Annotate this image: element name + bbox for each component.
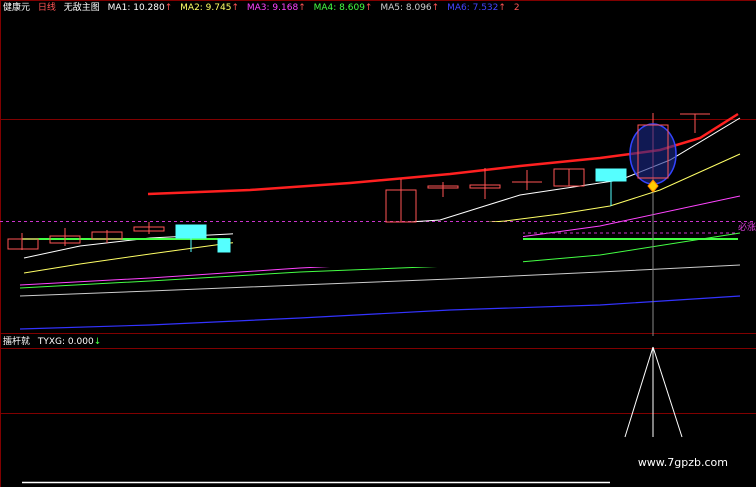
ma6-arrow: ↑ [498, 3, 506, 13]
signal-ellipse [629, 123, 677, 185]
ma3-label: MA3: 9.168 [246, 3, 299, 13]
end-marker: 2 [513, 3, 520, 13]
watermark: www.7gpzb.com [637, 456, 728, 469]
sub-value-label: TYXG: 0.000 [37, 337, 94, 347]
ma3-value: MA3: 9.168↑ [247, 3, 306, 13]
sub-indicator-name[interactable]: 擂杆就 [3, 337, 30, 347]
ma6-label: MA6: 7.532 [447, 3, 499, 13]
sub-signal [624, 346, 683, 438]
chart-canvas[interactable] [0, 0, 756, 487]
formula-name[interactable]: 无敌主图 [64, 3, 100, 13]
data-gap [233, 222, 523, 267]
ma5-line [19, 264, 741, 297]
sub-value-arrow: ↓ [93, 337, 102, 347]
ma3-arrow: ↑ [298, 3, 306, 13]
ma1-value: MA1: 10.280↑ [108, 3, 173, 13]
ma2-value: MA2: 9.745↑ [180, 3, 239, 13]
ma6-value: MA6: 7.532↑ [447, 3, 506, 13]
period-label[interactable]: 日线 [38, 3, 56, 13]
ma2-arrow: ↑ [231, 3, 239, 13]
ma1-label: MA1: 10.280 [107, 3, 165, 13]
ma5-label: MA5: 8.096 [380, 3, 432, 13]
header-bar: 健康元 日线 无敌主图 MA1: 10.280↑ MA2: 9.745↑ MA3… [3, 2, 525, 14]
ma6-line [19, 295, 741, 330]
stock-name[interactable]: 健康元 [3, 3, 30, 13]
ma4-value: MA4: 8.609↑ [314, 3, 373, 13]
ma4-label: MA4: 8.609 [313, 3, 365, 13]
ma5-value: MA5: 8.096↑ [380, 3, 439, 13]
side-label: 必涨 [737, 223, 756, 233]
sub-indicator-value: TYXG: 0.000↓ [38, 337, 101, 347]
sub-header: 擂杆就 TYXG: 0.000↓ [3, 336, 106, 348]
ma2-label: MA2: 9.745 [180, 3, 232, 13]
ma1-arrow: ↑ [164, 3, 173, 13]
ma4-arrow: ↑ [364, 3, 373, 13]
ma5-arrow: ↑ [431, 3, 440, 13]
